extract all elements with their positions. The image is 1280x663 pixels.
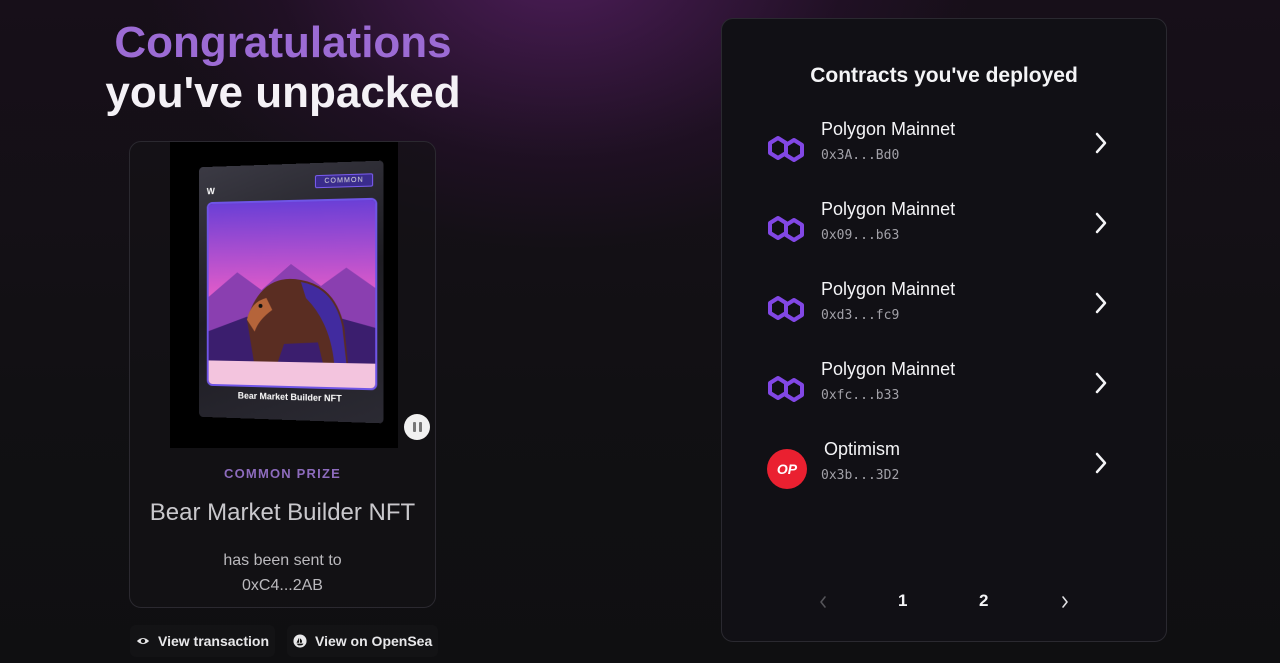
contract-address: 0xfc...b33 bbox=[821, 388, 900, 403]
pagination: 1 2 bbox=[722, 591, 1166, 613]
nft-pack-image: W COMMON Bear Market Builder NFT bbox=[199, 160, 384, 424]
pack-title: Bear Market Builder NFT bbox=[237, 390, 342, 404]
view-transaction-button[interactable]: View transaction bbox=[130, 625, 275, 657]
hero-line-2: you've unpacked bbox=[105, 68, 461, 117]
pack-logo: W bbox=[206, 186, 215, 197]
chevron-right-icon bbox=[1095, 292, 1107, 314]
hero-heading: Congratulations you've unpacked bbox=[60, 18, 506, 118]
prev-page-icon[interactable] bbox=[818, 594, 828, 610]
contracts-panel: Contracts you've deployed Polygon Mainne… bbox=[721, 18, 1167, 642]
hero-line-1: Congratulations bbox=[114, 18, 452, 67]
contract-address: 0xd3...fc9 bbox=[821, 308, 900, 323]
prize-label: COMMON PRIZE bbox=[224, 466, 341, 481]
recipient-address: 0xC4...2AB bbox=[242, 577, 323, 594]
view-on-opensea-button[interactable]: View on OpenSea bbox=[287, 625, 438, 657]
sent-to: has been sent to 0xC4...2AB bbox=[130, 548, 435, 598]
chain-name: Polygon Mainnet bbox=[821, 119, 956, 139]
contract-address: 0x3b...3D2 bbox=[821, 468, 900, 483]
bear-artwork bbox=[206, 197, 378, 391]
polygon-icon bbox=[768, 136, 804, 162]
sent-to-label: has been sent to bbox=[223, 552, 342, 569]
chevron-right-icon bbox=[1095, 132, 1107, 154]
chevron-right-icon bbox=[1095, 372, 1107, 394]
contract-item[interactable]: Polygon Mainnet 0xd3...fc9 bbox=[742, 279, 1148, 339]
pause-icon-bar-right bbox=[418, 422, 422, 432]
contract-item[interactable]: Polygon Mainnet 0x3A...Bd0 bbox=[742, 119, 1148, 179]
contract-item[interactable]: Polygon Mainnet 0x09...b63 bbox=[742, 199, 1148, 259]
polygon-icon bbox=[768, 376, 804, 402]
page-2-button[interactable]: 2 bbox=[979, 591, 988, 611]
view-on-opensea-label: View on OpenSea bbox=[315, 633, 433, 649]
pause-icon-bar-left bbox=[412, 422, 416, 432]
chevron-right-icon bbox=[1095, 212, 1107, 234]
contract-item[interactable]: OP Optimism 0x3b...3D2 bbox=[742, 439, 1148, 499]
polygon-icon bbox=[768, 296, 804, 322]
contract-address: 0x09...b63 bbox=[821, 228, 900, 243]
nft-media: W COMMON Bear Market Builder NFT bbox=[170, 142, 398, 448]
nft-links: View transaction View on OpenSea bbox=[130, 625, 438, 657]
contract-address: 0x3A...Bd0 bbox=[821, 148, 900, 163]
pause-button[interactable] bbox=[404, 414, 430, 440]
view-transaction-label: View transaction bbox=[158, 633, 270, 649]
chain-name: Polygon Mainnet bbox=[821, 279, 956, 299]
chain-name: Polygon Mainnet bbox=[821, 199, 956, 219]
eye-icon bbox=[136, 637, 150, 645]
chevron-right-icon bbox=[1095, 452, 1107, 474]
next-page-icon[interactable] bbox=[1060, 594, 1070, 610]
chain-name: Optimism bbox=[824, 439, 900, 459]
bear-illustration bbox=[208, 199, 376, 389]
nft-card: W COMMON Bear Market Builder NFT COMMON … bbox=[129, 141, 436, 608]
polygon-icon bbox=[768, 216, 804, 242]
contract-item[interactable]: Polygon Mainnet 0xfc...b33 bbox=[742, 359, 1148, 419]
chain-name: Polygon Mainnet bbox=[821, 359, 956, 379]
pack-rarity-tag: COMMON bbox=[315, 173, 374, 189]
opensea-icon bbox=[293, 634, 307, 648]
optimism-icon: OP bbox=[767, 449, 807, 489]
nft-name: Bear Market Builder NFT bbox=[149, 499, 416, 526]
panel-title: Contracts you've deployed bbox=[810, 64, 1078, 87]
page-1-button[interactable]: 1 bbox=[898, 591, 907, 611]
